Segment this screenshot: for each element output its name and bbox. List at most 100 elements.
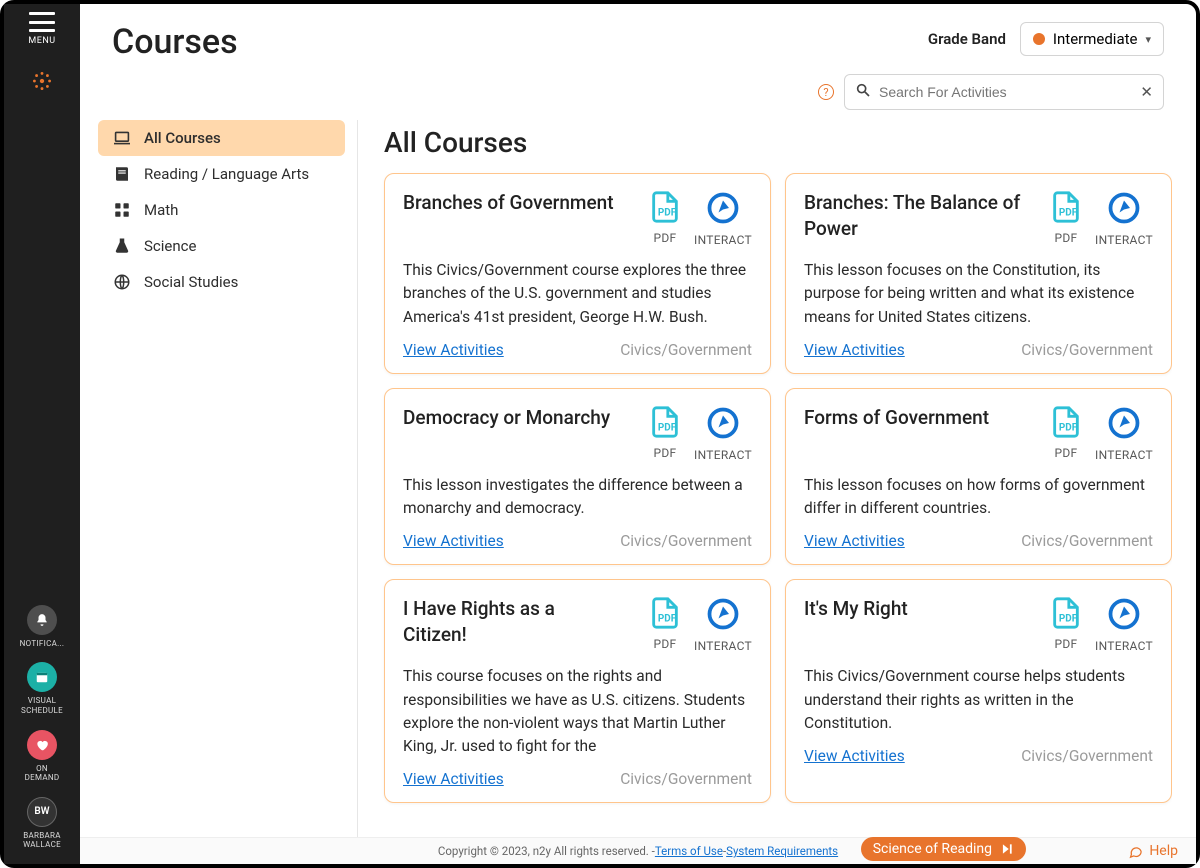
terms-link[interactable]: Terms of Use	[655, 844, 723, 858]
course-description: This lesson investigates the difference …	[403, 474, 752, 521]
sidebar-item-math[interactable]: Math	[98, 192, 345, 228]
help-button[interactable]: Help	[1128, 843, 1178, 859]
science-of-reading-button[interactable]: Science of Reading	[861, 837, 1026, 861]
course-title: Forms of Government	[804, 405, 989, 431]
course-category-sidebar: All Courses Reading / Language Arts Math	[98, 120, 358, 864]
pdf-button[interactable]: PDF PDF	[648, 405, 682, 462]
rail-item-label: VISUAL SCHEDULE	[17, 696, 67, 715]
interact-label: INTERACT	[694, 448, 752, 462]
interact-icon	[705, 190, 741, 230]
menu-button[interactable]: MENU	[28, 12, 55, 46]
course-card: Branches: The Balance of Power PDF PDF I…	[785, 173, 1172, 374]
pdf-icon: PDF	[1049, 190, 1083, 228]
interact-button[interactable]: INTERACT	[694, 405, 752, 462]
view-activities-link[interactable]: View Activities	[403, 532, 504, 550]
pdf-label: PDF	[1055, 446, 1078, 460]
pdf-label: PDF	[1055, 231, 1078, 245]
subject-tag: Civics/Government	[1021, 747, 1153, 765]
view-activities-link[interactable]: View Activities	[804, 341, 905, 359]
sidebar-item-label: All Courses	[144, 129, 221, 147]
subject-tag: Civics/Government	[1021, 341, 1153, 359]
course-card: Democracy or Monarchy PDF PDF INTERACT T…	[384, 388, 771, 566]
svg-text:PDF: PDF	[658, 614, 677, 625]
rail-item-user[interactable]: BW BARBARA WALLACE	[4, 797, 80, 850]
subject-tag: Civics/Government	[1021, 532, 1153, 550]
course-description: This lesson focuses on how forms of gove…	[804, 474, 1153, 521]
search-box[interactable]: ✕	[844, 74, 1164, 110]
sidebar-item-reading[interactable]: Reading / Language Arts	[98, 156, 345, 192]
clear-icon[interactable]: ✕	[1140, 83, 1153, 101]
main-area: Courses Grade Band Intermediate ▾ ?	[80, 4, 1196, 864]
interact-label: INTERACT	[1095, 233, 1153, 247]
pdf-icon: PDF	[1049, 596, 1083, 634]
laptop-icon	[112, 130, 132, 146]
grade-band-select[interactable]: Intermediate ▾	[1020, 22, 1164, 56]
view-activities-link[interactable]: View Activities	[804, 532, 905, 550]
view-activities-link[interactable]: View Activities	[804, 747, 905, 765]
interact-icon	[1106, 596, 1142, 636]
left-rail: MENU NOTIFICA... VISUAL SCHEDULE ON DEMA…	[4, 4, 80, 864]
pdf-label: PDF	[654, 231, 677, 245]
course-card: Forms of Government PDF PDF INTERACT Thi…	[785, 388, 1172, 566]
interact-button[interactable]: INTERACT	[1095, 190, 1153, 247]
pdf-icon: PDF	[1049, 405, 1083, 443]
sysreq-link[interactable]: System Requirements	[726, 844, 838, 858]
rail-item-visual-schedule[interactable]: VISUAL SCHEDULE	[4, 662, 80, 715]
page-header: Courses Grade Band Intermediate ▾ ?	[80, 4, 1196, 120]
svg-text:PDF: PDF	[658, 208, 677, 219]
view-activities-link[interactable]: View Activities	[403, 341, 504, 359]
pdf-button[interactable]: PDF PDF	[1049, 596, 1083, 653]
interact-icon	[1106, 405, 1142, 445]
calendar-icon	[27, 662, 57, 692]
sidebar-item-label: Math	[144, 201, 178, 219]
user-name: BARBARA WALLACE	[19, 831, 65, 850]
svg-text:PDF: PDF	[1059, 614, 1078, 625]
footer: Copyright © 2023, n2y All rights reserve…	[80, 837, 1196, 864]
copyright-text: Copyright © 2023, n2y All rights reserve…	[438, 844, 655, 858]
brand-logo-icon	[29, 68, 55, 98]
book-icon	[112, 165, 132, 183]
interact-label: INTERACT	[694, 639, 752, 653]
course-list-area: All Courses Branches of Government PDF P…	[358, 120, 1172, 864]
pdf-button[interactable]: PDF PDF	[1049, 190, 1083, 247]
search-input[interactable]	[879, 84, 1132, 100]
course-title: Democracy or Monarchy	[403, 405, 610, 431]
globe-icon	[112, 273, 132, 291]
course-title: Branches of Government	[403, 190, 614, 216]
sidebar-item-all-courses[interactable]: All Courses	[98, 120, 345, 156]
interact-button[interactable]: INTERACT	[1095, 405, 1153, 462]
next-track-icon	[1000, 842, 1014, 856]
course-card: Branches of Government PDF PDF INTERACT …	[384, 173, 771, 374]
rail-item-notifications[interactable]: NOTIFICA...	[4, 605, 80, 649]
sidebar-item-label: Science	[144, 237, 196, 255]
pdf-button[interactable]: PDF PDF	[1049, 405, 1083, 462]
interact-button[interactable]: INTERACT	[1095, 596, 1153, 653]
pdf-button[interactable]: PDF PDF	[648, 596, 682, 653]
svg-text:PDF: PDF	[1059, 422, 1078, 433]
interact-button[interactable]: INTERACT	[694, 190, 752, 247]
avatar: BW	[27, 797, 57, 827]
grade-band-label: Grade Band	[928, 30, 1006, 48]
course-description: This Civics/Government course explores t…	[403, 259, 752, 329]
course-title: It's My Right	[804, 596, 908, 622]
course-description: This course focuses on the rights and re…	[403, 665, 752, 758]
sidebar-item-label: Social Studies	[144, 273, 238, 291]
view-activities-link[interactable]: View Activities	[403, 770, 504, 788]
pdf-label: PDF	[1055, 637, 1078, 651]
pdf-button[interactable]: PDF PDF	[648, 190, 682, 247]
rail-item-on-demand[interactable]: ON DEMAND	[4, 730, 80, 783]
level-dot-icon	[1033, 33, 1045, 45]
grid-icon	[112, 201, 132, 219]
page-title: Courses	[112, 22, 238, 62]
interact-button[interactable]: INTERACT	[694, 596, 752, 653]
interact-label: INTERACT	[694, 233, 752, 247]
interact-icon	[705, 596, 741, 636]
course-title: I Have Rights as a Citizen!	[403, 596, 623, 647]
sidebar-item-science[interactable]: Science	[98, 228, 345, 264]
help-tip-icon[interactable]: ?	[818, 84, 834, 100]
chat-icon	[1128, 844, 1143, 859]
bell-icon	[27, 605, 57, 635]
flask-icon	[112, 237, 132, 255]
sidebar-item-social-studies[interactable]: Social Studies	[98, 264, 345, 300]
interact-label: INTERACT	[1095, 448, 1153, 462]
